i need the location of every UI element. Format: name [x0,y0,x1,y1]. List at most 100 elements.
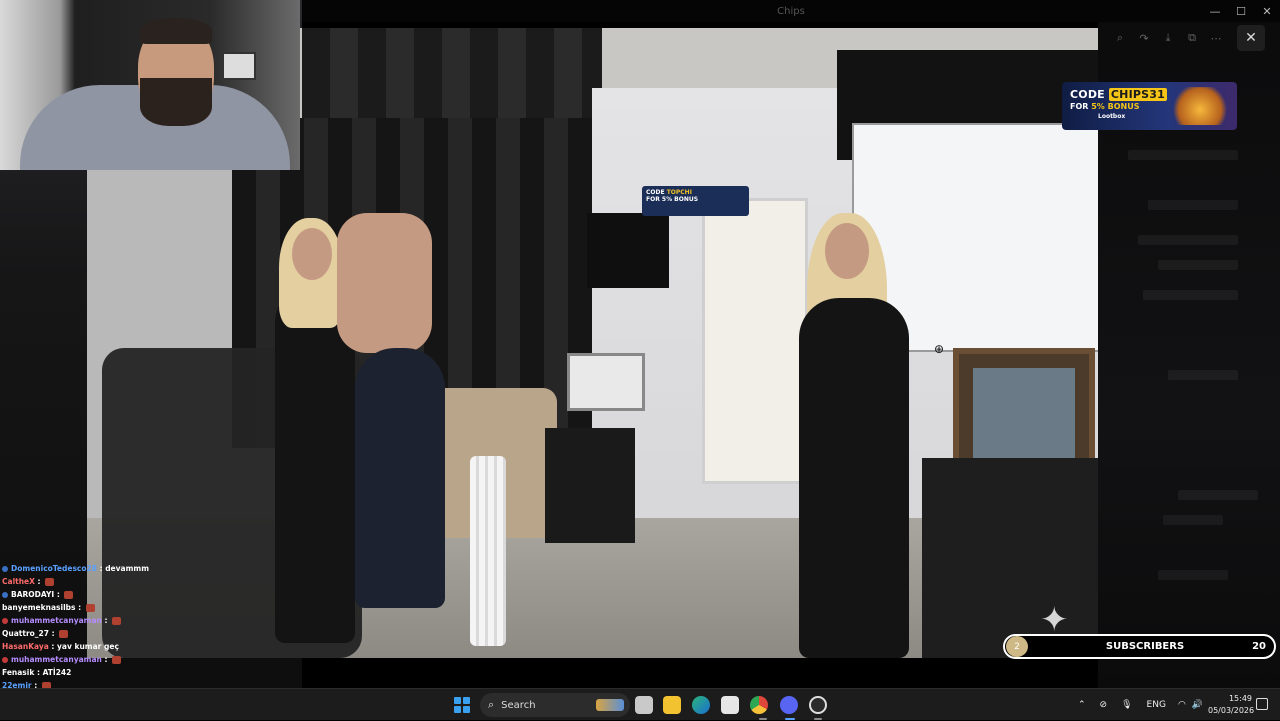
chat-username[interactable]: CaltheX [2,575,35,588]
subscriber-label: SUBSCRIBERS [1105,641,1185,652]
chevron-up-icon[interactable]: ⌃ [1078,700,1086,710]
photo-person-right-face [825,223,869,279]
webcam-wall-photo [222,52,256,80]
chat-username[interactable]: Quattro_27 [2,627,49,640]
chat-message: muhammetcanyaman : [2,653,202,666]
obs-icon[interactable] [809,696,827,714]
chat-username[interactable]: BARODAYI [11,588,54,601]
promo-sticker-bonus: FOR 5% BONUS [646,196,699,203]
network-off-icon[interactable]: ⊘ [1100,700,1108,710]
viewer-close-button[interactable]: ✕ [1237,25,1265,51]
minimize-button[interactable]: — [1202,0,1228,22]
webcam-streamer-beard [140,78,212,126]
webcam-overlay [0,0,300,170]
ad-bonus-value: 5% BONUS [1091,102,1140,111]
edge-icon[interactable] [692,696,710,714]
maximize-button[interactable]: ☐ [1228,0,1254,22]
chat-badge-icon [2,591,8,598]
notification-icon[interactable] [1256,698,1268,710]
chat-separator: : [34,668,43,677]
rotate-icon[interactable]: ↷ [1132,28,1156,48]
promo-sticker-code-label: CODE [646,189,665,196]
chat-separator: : [34,577,44,586]
language-indicator[interactable]: ENG [1147,700,1166,710]
task-view-icon[interactable] [635,696,653,714]
open-new-icon[interactable]: ⧉ [1180,28,1204,48]
chat-username[interactable]: Fenasik [2,666,34,679]
photo-promo-sticker: CODE TOPCHI FOR 5% BONUS [642,186,749,216]
chrome-icon[interactable] [750,696,768,714]
viewer-toolbar: ⌕ ↷ ⤓ ⧉ ⋯ [1108,28,1228,48]
chat-message: Fenasik : ATİ242 [2,666,202,679]
photo-person-left-face [292,228,332,280]
ad-bonus-prefix: FOR [1070,102,1089,111]
chat-username[interactable]: muhammetcanyaman [11,653,102,666]
zoom-cursor-icon: ⊕ [934,342,945,356]
ad-code-label: CODE [1070,88,1105,101]
microphone-icon[interactable]: 🎙 [1121,700,1132,710]
chat-emote-icon [59,629,69,638]
wifi-icon[interactable]: ◠ [1178,700,1186,710]
system-tray: ⌃ ⊘ 🎙 ENG ◠ 🔊 [1078,689,1203,721]
chat-message: DomenicoTedesco28 : devammm [2,562,202,575]
discord-icon[interactable] [780,696,798,714]
chat-text: yav kumar geç [57,642,119,651]
chat-separator: : [101,616,111,625]
volume-icon[interactable]: 🔊 [1192,700,1203,710]
chat-username[interactable]: HasanKaya [2,640,49,653]
chat-message: Quattro_27 : [2,627,202,640]
chat-message: banyemeknasilbs : [2,601,202,614]
promo-ad-banner[interactable]: CODE CHIPS31 FOR 5% BONUS Lootbox [1062,82,1237,130]
taskbar-search[interactable]: ⌕ Search [480,693,630,717]
photo-person-center-back [337,213,432,353]
photo-fireplace [922,458,1098,658]
photo-doorway [702,198,808,484]
taskbar-clock[interactable]: 15:49 05/03/2026 [1208,693,1255,717]
start-button[interactable] [454,697,470,713]
close-window-button[interactable]: ✕ [1254,0,1280,22]
chat-message: HasanKaya : yav kumar geç [2,640,202,653]
chat-separator: : [48,642,58,651]
chat-username[interactable]: DomenicoTedesco28 [11,562,97,575]
chat-message: BARODAYI : [2,588,202,601]
windows-taskbar: ⌕ Search ⌃ ⊘ 🎙 ENG ◠ 🔊 15:49 05/03/2026 [0,688,1280,720]
clock-time: 15:49 [1228,694,1252,703]
subscriber-goal-bar: 2 SUBSCRIBERS 20 [1003,634,1276,659]
chat-separator: : [101,655,111,664]
search-placeholder: Search [501,699,536,711]
chat-text: ATİ242 [42,668,72,677]
more-icon[interactable]: ⋯ [1204,28,1228,48]
photo-small-frame [567,353,645,411]
search-icon: ⌕ [488,698,495,711]
chat-separator: : [96,564,106,573]
photo-radiator [470,456,506,646]
subscriber-count: 2 [1006,636,1028,657]
chat-badge-icon [2,565,8,572]
ad-code-value: CHIPS31 [1108,88,1167,101]
chat-separator: : [75,603,84,612]
subscriber-goal: 20 [1252,641,1266,652]
chat-username[interactable]: muhammetcanyaman [11,614,102,627]
chat-emote-icon [45,577,55,586]
photo-person-right [799,298,909,658]
chat-emote-icon [64,590,74,599]
webcam-streamer-hair [140,18,212,44]
chat-text: devammm [105,564,150,573]
chat-message: CaltheX : [2,575,202,588]
clock-date: 05/03/2026 [1208,706,1255,715]
chat-separator: : [49,629,58,638]
chat-separator: : [54,590,63,599]
store-icon[interactable] [721,696,739,714]
download-icon[interactable]: ⤓ [1156,28,1180,48]
chat-message: muhammetcanyaman : [2,614,202,627]
chat-username[interactable]: banyemeknasilbs [2,601,75,614]
promo-sticker-code-value: TOPCHI [666,189,692,196]
window-titlebar: Chips — ☐ ✕ [302,0,1280,22]
treasure-chest-icon [1169,87,1231,125]
photo-person-center-legs [355,348,445,608]
photo-tv [587,213,669,288]
chat-emote-icon [112,655,122,664]
file-explorer-icon[interactable] [663,696,681,714]
chat-badge-icon [2,617,8,624]
zoom-icon[interactable]: ⌕ [1108,28,1132,48]
